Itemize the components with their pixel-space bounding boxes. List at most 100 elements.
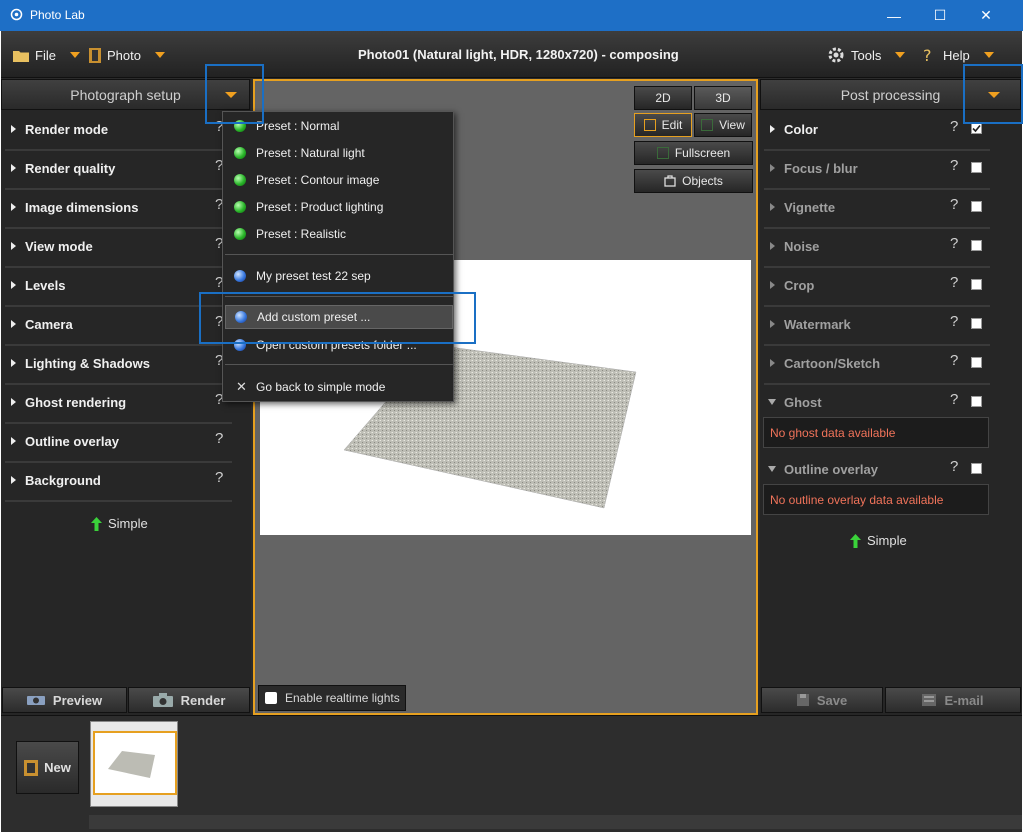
render-camera-icon	[152, 693, 173, 707]
help-icon[interactable]: ?	[950, 352, 958, 369]
photo-menu-label: Photo	[107, 47, 141, 63]
help-icon[interactable]: ?	[950, 274, 958, 291]
help-icon[interactable]: ?	[950, 313, 958, 330]
section-color[interactable]: Color ?	[764, 112, 990, 151]
section-cartoon-sketch[interactable]: Cartoon/Sketch ?	[764, 346, 990, 385]
tools-menu[interactable]: Tools	[827, 45, 906, 65]
tools-menu-label: Tools	[851, 47, 882, 63]
section-outline-overlay[interactable]: Outline overlay ?	[5, 424, 232, 463]
chevron-down-icon	[983, 52, 994, 58]
preset-dropdown-menu: Preset : Normal Preset : Natural light P…	[222, 111, 454, 402]
noise-checkbox[interactable]	[971, 240, 982, 251]
menu-item-preset-contour-image[interactable]: Preset : Contour image	[225, 168, 453, 192]
preview-button[interactable]: Preview	[2, 687, 127, 713]
section-focus-blur[interactable]: Focus / blur ?	[764, 151, 990, 190]
section-label: Render quality	[25, 161, 116, 176]
camera-icon	[26, 696, 45, 705]
fullscreen-button[interactable]: Fullscreen	[634, 141, 753, 165]
realtime-lights-toggle[interactable]: Enable realtime lights	[258, 685, 406, 711]
filmstrip-scrollbar[interactable]	[89, 815, 1022, 829]
section-image-dimensions[interactable]: Image dimensions ?	[5, 190, 232, 229]
section-render-mode[interactable]: Render mode ?	[5, 112, 232, 151]
section-crop[interactable]: Crop ?	[764, 268, 990, 307]
cartoon-sketch-checkbox[interactable]	[971, 357, 982, 368]
realtime-checkbox[interactable]	[265, 692, 277, 704]
menu-item-label: Preset : Realistic	[256, 227, 347, 241]
section-label: Ghost	[784, 395, 822, 410]
crop-checkbox[interactable]	[971, 279, 982, 290]
section-noise[interactable]: Noise ?	[764, 229, 990, 268]
section-ghost-rendering[interactable]: Ghost rendering ?	[5, 385, 232, 424]
panel-title: Post processing	[840, 86, 941, 103]
help-menu[interactable]: ? Help	[919, 45, 994, 65]
menu-item-preset-product-lighting[interactable]: Preset : Product lighting	[225, 195, 453, 219]
expand-arrow-icon	[11, 203, 16, 211]
help-icon[interactable]: ?	[950, 118, 958, 135]
section-view-mode[interactable]: View mode ?	[5, 229, 232, 268]
photo-menu[interactable]: Photo	[89, 45, 165, 65]
section-label: Outline overlay	[25, 434, 119, 449]
ghost-checkbox[interactable]	[971, 396, 982, 407]
menu-item-preset-natural-light[interactable]: Preset : Natural light	[225, 141, 453, 165]
section-vignette[interactable]: Vignette ?	[764, 190, 990, 229]
section-levels[interactable]: Levels ?	[5, 268, 232, 307]
email-button[interactable]: E-mail	[885, 687, 1021, 713]
section-render-quality[interactable]: Render quality ?	[5, 151, 232, 190]
new-photo-button[interactable]: New	[16, 741, 79, 794]
simple-label: Simple	[108, 516, 148, 531]
section-camera[interactable]: Camera ?	[5, 307, 232, 346]
view-3d-button[interactable]: 3D	[694, 86, 752, 110]
collapse-arrow-icon	[768, 399, 776, 405]
minimize-button[interactable]: —	[871, 0, 917, 31]
help-icon[interactable]: ?	[950, 157, 958, 174]
objects-button[interactable]: Objects	[634, 169, 753, 193]
menu-item-preset-realistic[interactable]: Preset : Realistic	[225, 222, 453, 246]
expand-arrow-icon	[770, 281, 775, 289]
view-2d-button[interactable]: 2D	[634, 86, 692, 110]
maximize-button[interactable]: ☐	[917, 0, 963, 31]
view-button[interactable]: View	[694, 113, 752, 137]
help-icon[interactable]: ?	[950, 235, 958, 252]
save-label: Save	[816, 692, 848, 708]
help-menu-label: Help	[943, 47, 970, 63]
menu-item-label: Preset : Product lighting	[256, 200, 384, 214]
simple-mode-button[interactable]: Simple	[850, 533, 907, 548]
file-menu[interactable]: File	[13, 45, 80, 65]
highlight-add-custom-preset	[199, 292, 476, 344]
section-label: Noise	[784, 239, 820, 254]
menu-separator	[225, 254, 453, 255]
checkmark-icon	[972, 124, 981, 133]
floppy-icon	[796, 694, 809, 706]
focus-blur-checkbox[interactable]	[971, 162, 982, 173]
menu-item-my-preset[interactable]: My preset test 22 sep	[225, 264, 453, 288]
watermark-checkbox[interactable]	[971, 318, 982, 329]
fullscreen-label: Fullscreen	[674, 146, 731, 160]
section-background[interactable]: Background ?	[5, 463, 232, 502]
help-icon[interactable]: ?	[950, 196, 958, 213]
help-icon[interactable]: ?	[215, 430, 223, 447]
objects-icon	[664, 175, 676, 187]
expand-arrow-icon	[770, 164, 775, 172]
close-button[interactable]: ✕	[963, 0, 1009, 31]
menu-item-simple-mode[interactable]: ✕ Go back to simple mode	[225, 375, 453, 399]
edit-button[interactable]: Edit	[634, 113, 692, 137]
simple-mode-button[interactable]: Simple	[91, 516, 148, 531]
section-label: Crop	[784, 278, 815, 293]
section-lighting-shadows[interactable]: Lighting & Shadows ?	[5, 346, 232, 385]
section-label: Watermark	[784, 317, 851, 332]
save-button[interactable]: Save	[761, 687, 883, 713]
help-icon[interactable]: ?	[215, 469, 223, 486]
folder-icon	[13, 50, 29, 62]
section-watermark[interactable]: Watermark ?	[764, 307, 990, 346]
expand-arrow-icon	[770, 242, 775, 250]
section-label: Vignette	[784, 200, 836, 215]
highlight-right-dropdown	[963, 64, 1023, 124]
render-button[interactable]: Render	[128, 687, 250, 713]
expand-arrow-icon	[770, 125, 775, 133]
help-icon[interactable]: ?	[950, 391, 958, 408]
help-icon[interactable]: ?	[950, 458, 958, 475]
vignette-checkbox[interactable]	[971, 201, 982, 212]
color-checkbox[interactable]	[971, 123, 982, 134]
outline-overlay-checkbox[interactable]	[971, 463, 982, 474]
photo-thumbnail[interactable]	[90, 721, 178, 807]
